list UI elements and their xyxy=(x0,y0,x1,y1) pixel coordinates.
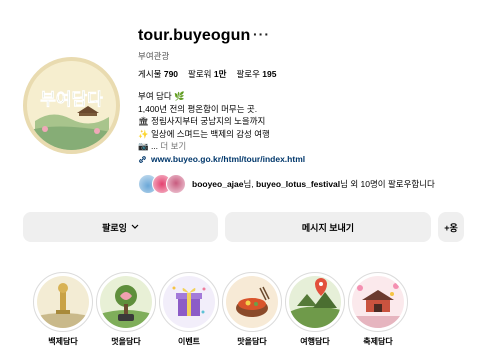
highlight-item[interactable]: 축제담다 xyxy=(348,272,408,347)
followers-stat[interactable]: 팔로워 1만 xyxy=(188,68,226,80)
link-icon xyxy=(139,155,146,163)
profile-bio: 부여 담다 🌿 1,400년 전의 평온함이 머무는 곳. 🏛 정림사지부터 궁… xyxy=(138,90,270,153)
profile-category: 부여관광 xyxy=(138,51,170,61)
followed-by[interactable]: booyeo_ajae님, buyeo_lotus_festival님 외 10… xyxy=(138,174,435,194)
gift-icon xyxy=(163,276,215,328)
map-icon xyxy=(289,276,341,328)
bio-line: 🏛 정림사지부터 궁남지의 노을까지 xyxy=(138,116,266,126)
statue-icon xyxy=(37,276,89,328)
more-options-button[interactable]: ··· xyxy=(253,26,270,42)
bio-more-link[interactable]: 더 보기 xyxy=(160,141,186,151)
tree-icon xyxy=(100,276,152,328)
highlight-label: 맛을담다 xyxy=(237,337,267,346)
followed-by-text: booyeo_ajae님, buyeo_lotus_festival님 외 10… xyxy=(192,179,435,189)
highlight-item[interactable]: 백제담다 xyxy=(33,272,93,347)
avatar-logo-text: 부여담다 xyxy=(40,90,103,110)
highlight-label: 이벤트 xyxy=(177,337,201,346)
highlight-label: 멋을담다 xyxy=(111,337,141,346)
food-icon xyxy=(226,276,278,328)
highlight-item[interactable]: 멋을담다 xyxy=(96,272,156,347)
highlight-item[interactable]: 맛을담다 xyxy=(222,272,282,347)
posts-stat: 게시물 790 xyxy=(138,69,179,79)
bio-line: 📷 ... 더 보기 xyxy=(138,141,187,151)
profile-username: tour.buyeogun xyxy=(138,27,251,44)
highlight-label: 축제담다 xyxy=(363,337,393,346)
highlight-item[interactable]: 여행담다 xyxy=(285,272,345,347)
add-user-icon: +옹 xyxy=(444,222,458,233)
highlight-label: 백제담다 xyxy=(48,337,78,346)
website-url: www.buyeo.go.kr/html/tour/index.html xyxy=(151,154,306,164)
highlight-item[interactable]: 이벤트 xyxy=(159,272,219,347)
chevron-down-icon xyxy=(131,224,139,229)
following-button[interactable]: 팔로잉 xyxy=(23,212,218,242)
message-button[interactable]: 메시지 보내기 xyxy=(225,212,431,242)
highlight-label: 여행담다 xyxy=(300,337,330,346)
bio-line: 1,400년 전의 평온함이 머무는 곳. xyxy=(138,103,258,114)
following-stat[interactable]: 팔로우 195 xyxy=(236,68,276,80)
festival-icon xyxy=(352,276,404,328)
bio-line: 부여 담다 🌿 xyxy=(138,91,185,101)
profile-avatar[interactable]: 부여담다 xyxy=(23,57,120,154)
follower-avatar xyxy=(166,174,186,194)
bio-line: ✨ 일상에 스며드는 백제의 감성 여행 xyxy=(138,128,270,139)
add-user-button[interactable]: +옹 xyxy=(438,212,464,242)
profile-stats: 게시물 790 팔로워 1만 팔로우 195 xyxy=(138,68,276,80)
website-link[interactable]: www.buyeo.go.kr/html/tour/index.html xyxy=(138,154,305,164)
